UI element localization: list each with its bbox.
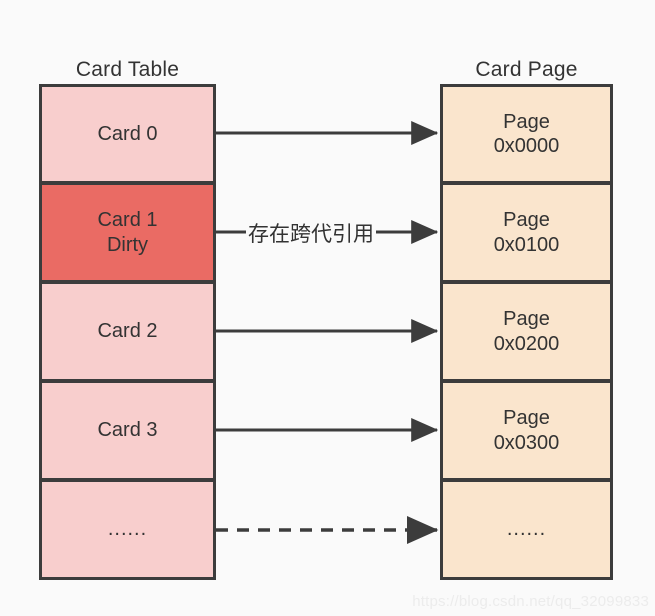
card-table-cell-card-1-label: Card 1 (97, 209, 158, 232)
card-table-heading: Card Table (75, 58, 180, 81)
card-page-cell-page-0100-address: 0x0100 (493, 233, 560, 256)
card-page-cell-ellipsis-label: ...... (506, 518, 547, 541)
card-table-cell-card-2-label: Card 2 (97, 320, 158, 343)
card-page-cell-page-0200[interactable]: Page 0x0200 (440, 282, 613, 382)
card-page-cell-page-0300-label: Page (503, 407, 550, 430)
card-table-cell-card-0-label: Card 0 (97, 122, 158, 145)
card-table-cell-ellipsis-label: ...... (107, 518, 148, 541)
card-page-cell-page-0000-label: Page (503, 110, 550, 133)
card-page-column: Page 0x0000 Page 0x0100 Page 0x0200 Page… (440, 84, 613, 580)
card-page-heading: Card Page (475, 58, 578, 81)
card-page-cell-ellipsis[interactable]: ...... (440, 480, 613, 580)
card-page-cell-page-0000[interactable]: Page 0x0000 (440, 84, 613, 184)
card-page-cell-page-0000-address: 0x0000 (493, 135, 560, 157)
card-table-cell-card-3[interactable]: Card 3 (39, 381, 216, 481)
watermark: https://blog.csdn.net/qq_32099833 (412, 593, 649, 610)
card-page-cell-page-0100[interactable]: Page 0x0100 (440, 183, 613, 283)
card-table-page-diagram: Card Table Card Page Card 0 Card 1 Dirty… (0, 0, 655, 616)
card-table-cell-ellipsis[interactable]: ...... (39, 480, 216, 580)
card-page-cell-page-0100-label: Page (503, 209, 550, 232)
card-page-cell-page-0200-address: 0x0200 (493, 332, 560, 355)
card-table-cell-card-2[interactable]: Card 2 (39, 282, 216, 382)
card-page-cell-page-0300[interactable]: Page 0x0300 (440, 381, 613, 481)
card-page-cell-page-0300-address: 0x0300 (493, 431, 560, 454)
connector-label-cross-generational-reference: 存在跨代引用 (246, 218, 376, 248)
card-table-cell-card-1[interactable]: Card 1 Dirty (39, 183, 216, 283)
card-table-cell-card-3-label: Card 3 (97, 419, 158, 442)
card-page-cell-page-0200-label: Page (503, 308, 550, 331)
card-table-column: Card 0 Card 1 Dirty Card 2 Card 3 ...... (39, 84, 216, 580)
card-table-cell-card-0[interactable]: Card 0 (39, 84, 216, 184)
card-table-cell-card-1-state: Dirty (106, 233, 149, 256)
